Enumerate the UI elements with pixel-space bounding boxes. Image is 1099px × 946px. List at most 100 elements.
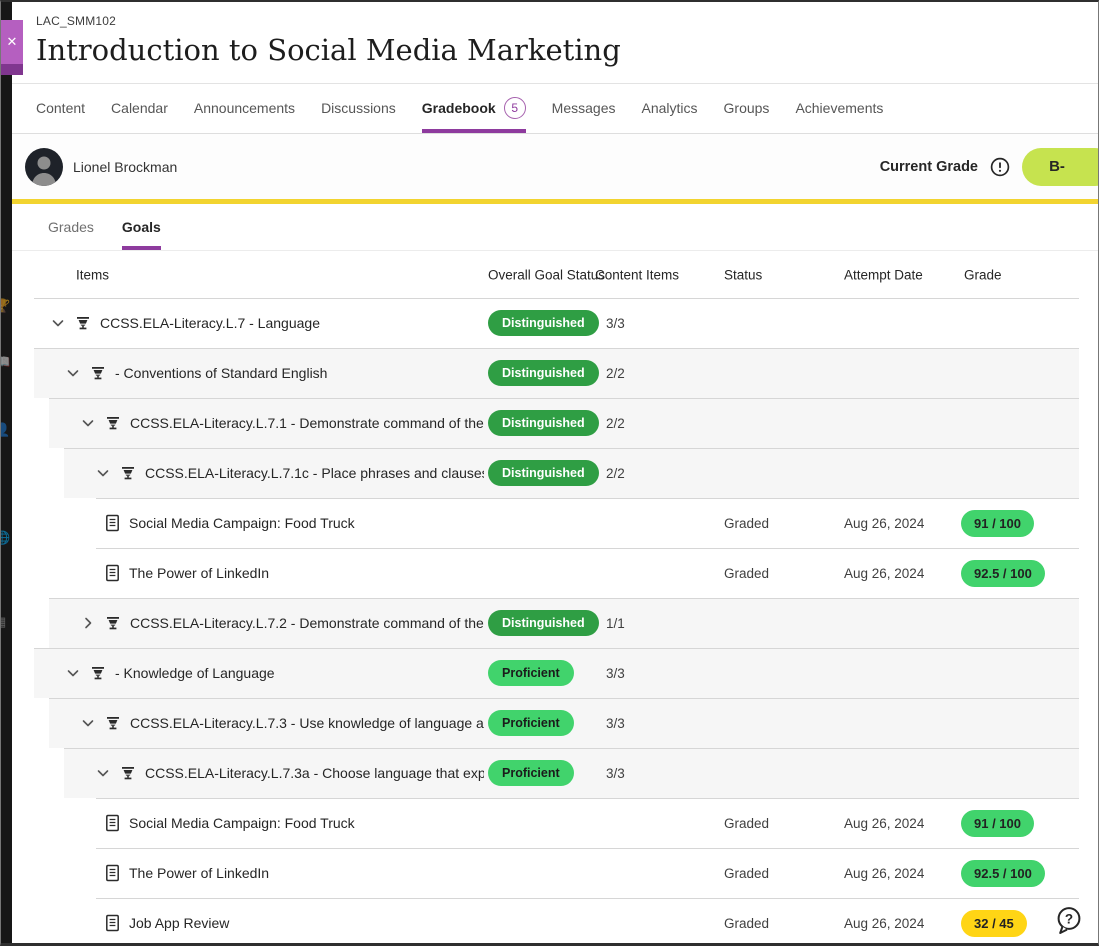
goal-status-pill: Proficient <box>488 660 574 686</box>
goal-status-pill: Distinguished <box>488 410 599 436</box>
rail-grid-icon: ▦ <box>1 614 12 630</box>
avatar <box>25 148 63 186</box>
nav-tab-label: Achievements <box>795 100 883 116</box>
nav-count-badge: 5 <box>504 97 526 119</box>
tab-messages[interactable]: Messages <box>552 84 616 133</box>
content-items-count: 3/3 <box>606 648 625 698</box>
nav-tab-label: Announcements <box>194 100 295 116</box>
table-row: Job App Review Graded Aug 26, 2024 32 / … <box>12 898 1098 946</box>
attempt-date: Aug 26, 2024 <box>844 898 924 946</box>
subtab-grades[interactable]: Grades <box>48 204 94 250</box>
nav-tab-label: Analytics <box>641 100 697 116</box>
chevron-down-icon[interactable] <box>95 765 111 781</box>
table-row: The Power of LinkedIn Graded Aug 26, 202… <box>12 848 1098 898</box>
close-panel-button[interactable]: ✕ <box>1 20 23 64</box>
rail-person-icon: 👤 <box>1 422 12 438</box>
tab-announcements[interactable]: Announcements <box>194 84 295 133</box>
grade-pill[interactable]: 32 / 45 <box>961 910 1027 937</box>
student-band: Lionel Brockman Current Grade B- <box>12 134 1098 199</box>
grade-pill[interactable]: 91 / 100 <box>961 510 1034 537</box>
row-label[interactable]: The Power of LinkedIn <box>129 565 269 581</box>
tab-calendar[interactable]: Calendar <box>111 84 168 133</box>
content-items-count: 3/3 <box>606 698 625 748</box>
grade-pill[interactable]: 92.5 / 100 <box>961 560 1045 587</box>
row-label[interactable]: CCSS.ELA-Literacy.L.7.1c - Place phrases… <box>145 465 484 481</box>
content-items-count: 2/2 <box>606 348 625 398</box>
content-items-count: 3/3 <box>606 748 625 798</box>
row-label[interactable]: The Power of LinkedIn <box>129 865 269 881</box>
col-goal-status: Overall Goal Status <box>488 267 605 282</box>
row-label[interactable]: Social Media Campaign: Food Truck <box>129 515 355 531</box>
tab-content[interactable]: Content <box>36 84 85 133</box>
row-label[interactable]: CCSS.ELA-Literacy.L.7.2 - Demonstrate co… <box>130 615 484 631</box>
table-row: Social Media Campaign: Food Truck Graded… <box>12 798 1098 848</box>
goal-status-pill: Distinguished <box>488 610 599 636</box>
nav-tab-label: Groups <box>724 100 770 116</box>
table-row: CCSS.ELA-Literacy.L.7 - Language Disting… <box>12 298 1098 348</box>
row-label[interactable]: Social Media Campaign: Food Truck <box>129 815 355 831</box>
nav-tab-label: Messages <box>552 100 616 116</box>
goals-table: CCSS.ELA-Literacy.L.7 - Language Disting… <box>12 298 1098 946</box>
goal-icon <box>104 714 122 732</box>
help-icon[interactable]: ? <box>1054 905 1084 937</box>
chevron-down-icon[interactable] <box>65 365 81 381</box>
collapsed-sidebar-rail[interactable]: 🏆 📖 👤 🌐 ▦ <box>1 2 12 943</box>
gradebook-subtabs: Grades Goals <box>12 204 1098 251</box>
row-label[interactable]: CCSS.ELA-Literacy.L.7 - Language <box>100 315 320 331</box>
chevron-down-icon[interactable] <box>80 415 96 431</box>
chevron-right-icon[interactable] <box>80 615 96 631</box>
tab-analytics[interactable]: Analytics <box>641 84 697 133</box>
row-label[interactable]: CCSS.ELA-Literacy.L.7.1 - Demonstrate co… <box>130 415 484 431</box>
goal-icon <box>89 664 107 682</box>
table-row: The Power of LinkedIn Graded Aug 26, 202… <box>12 548 1098 598</box>
goal-status-pill: Distinguished <box>488 360 599 386</box>
status-text: Graded <box>724 848 769 898</box>
goal-status-pill: Proficient <box>488 760 574 786</box>
grade-pill[interactable]: 92.5 / 100 <box>961 860 1045 887</box>
chevron-down-icon[interactable] <box>50 315 66 331</box>
col-items: Items <box>76 267 109 282</box>
document-icon <box>103 564 121 582</box>
goal-status-pill: Distinguished <box>488 460 599 486</box>
table-row: CCSS.ELA-Literacy.L.7.1 - Demonstrate co… <box>12 398 1098 448</box>
content-items-count: 3/3 <box>606 298 625 348</box>
tab-groups[interactable]: Groups <box>724 84 770 133</box>
chevron-down-icon[interactable] <box>65 665 81 681</box>
goal-icon <box>104 614 122 632</box>
document-icon <box>103 514 121 532</box>
info-icon[interactable] <box>990 157 1010 177</box>
nav-tab-label: Calendar <box>111 100 168 116</box>
col-grade: Grade <box>964 267 1002 282</box>
app-window: 🏆 📖 👤 🌐 ▦ ✕ LAC_SMM102 Introduction to S… <box>0 0 1099 946</box>
table-header: Items Overall Goal Status Content Items … <box>12 251 1098 298</box>
overall-grade-pill[interactable]: B- <box>1022 148 1098 186</box>
row-label[interactable]: - Knowledge of Language <box>115 665 275 681</box>
table-row: CCSS.ELA-Literacy.L.7.2 - Demonstrate co… <box>12 598 1098 648</box>
tab-achievements[interactable]: Achievements <box>795 84 883 133</box>
subtab-goals[interactable]: Goals <box>122 204 161 250</box>
current-grade-label: Current Grade <box>880 159 978 175</box>
chevron-down-icon[interactable] <box>80 715 96 731</box>
attempt-date: Aug 26, 2024 <box>844 548 924 598</box>
table-row: - Conventions of Standard English Distin… <box>12 348 1098 398</box>
row-label[interactable]: - Conventions of Standard English <box>115 365 327 381</box>
tab-gradebook[interactable]: Gradebook5 <box>422 84 526 133</box>
table-row: - Knowledge of Language Proficient 3/3 <box>12 648 1098 698</box>
course-nav: Content Calendar Announcements Discussions G… <box>12 84 1098 134</box>
row-label[interactable]: CCSS.ELA-Literacy.L.7.3 - Use knowledge … <box>130 715 484 731</box>
page-title: Introduction to Social Media Marketing <box>36 33 1098 67</box>
tab-discussions[interactable]: Discussions <box>321 84 396 133</box>
goal-status-pill: Distinguished <box>488 310 599 336</box>
grade-pill[interactable]: 91 / 100 <box>961 810 1034 837</box>
chevron-down-icon[interactable] <box>95 465 111 481</box>
table-row: CCSS.ELA-Literacy.L.7.1c - Place phrases… <box>12 448 1098 498</box>
close-tab-fold <box>1 64 23 75</box>
student-name: Lionel Brockman <box>73 159 177 175</box>
content-items-count: 1/1 <box>606 598 625 648</box>
row-label[interactable]: Job App Review <box>129 915 229 931</box>
row-label[interactable]: CCSS.ELA-Literacy.L.7.3a - Choose langua… <box>145 765 484 781</box>
status-text: Graded <box>724 548 769 598</box>
goal-icon <box>119 764 137 782</box>
content-items-count: 2/2 <box>606 448 625 498</box>
nav-tab-label: Discussions <box>321 100 396 116</box>
